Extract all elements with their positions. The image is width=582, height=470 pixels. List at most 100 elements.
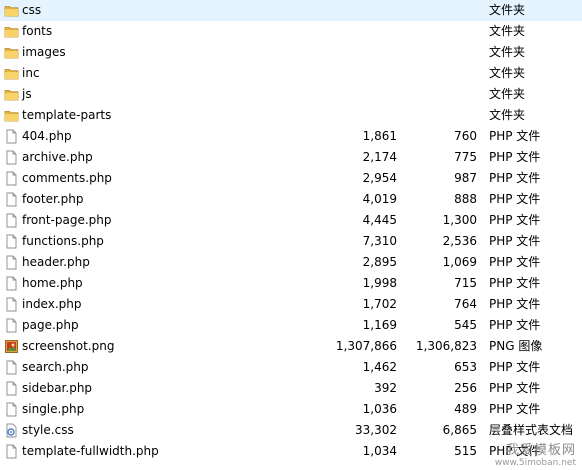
file-name: images	[22, 45, 66, 59]
file-icon	[4, 444, 19, 459]
file-row[interactable]: template-parts 文件夹	[0, 105, 582, 126]
file-row[interactable]: functions.php 7,310 2,536 PHP 文件	[0, 231, 582, 252]
file-name: index.php	[22, 297, 82, 311]
file-size: 4,445	[362, 213, 397, 227]
file-row[interactable]: screenshot.png 1,307,866 1,306,823 PNG 图像	[0, 336, 582, 357]
file-size: 2,174	[362, 150, 397, 164]
file-type: PHP 文件	[489, 402, 541, 416]
file-packed-size: 489	[454, 402, 477, 416]
file-row[interactable]: comments.php 2,954 987 PHP 文件	[0, 168, 582, 189]
file-size: 1,307,866	[335, 339, 397, 353]
file-type: PHP 文件	[489, 234, 541, 248]
file-icon	[4, 192, 19, 207]
file-icon	[4, 129, 19, 144]
file-row[interactable]: page.php 1,169 545 PHP 文件	[0, 315, 582, 336]
file-name: search.php	[22, 360, 89, 374]
file-row[interactable]: style.css 33,302 6,865 层叠样式表文档	[0, 420, 582, 441]
file-packed-size: 760	[454, 129, 477, 143]
folder-icon	[4, 3, 19, 18]
file-row[interactable]: sidebar.php 392 256 PHP 文件	[0, 378, 582, 399]
folder-icon	[4, 24, 19, 39]
file-packed-size: 1,300	[442, 213, 477, 227]
file-size: 33,302	[355, 423, 397, 437]
file-icon	[4, 150, 19, 165]
file-row[interactable]: front-page.php 4,445 1,300 PHP 文件	[0, 210, 582, 231]
file-row[interactable]: footer.php 4,019 888 PHP 文件	[0, 189, 582, 210]
file-name: js	[22, 87, 32, 101]
file-name: style.css	[22, 423, 74, 437]
file-type: 文件夹	[489, 66, 526, 80]
file-packed-size: 1,306,823	[415, 339, 477, 353]
file-name: 404.php	[22, 129, 72, 143]
file-type: PHP 文件	[489, 150, 541, 164]
file-row[interactable]: js 文件夹	[0, 84, 582, 105]
file-type: PHP 文件	[489, 129, 541, 143]
file-icon	[4, 360, 19, 375]
file-type: 文件夹	[489, 45, 526, 59]
file-row[interactable]: fonts 文件夹	[0, 21, 582, 42]
file-packed-size: 775	[454, 150, 477, 164]
file-row[interactable]: images 文件夹	[0, 42, 582, 63]
file-type: 文件夹	[489, 87, 526, 101]
watermark-url: www.5imoban.net	[494, 458, 576, 468]
file-name: template-fullwidth.php	[22, 444, 159, 458]
file-size: 1,462	[362, 360, 397, 374]
file-row[interactable]: single.php 1,036 489 PHP 文件	[0, 399, 582, 420]
file-packed-size: 1,069	[442, 255, 477, 269]
file-size: 1,169	[362, 318, 397, 332]
file-size: 1,998	[362, 276, 397, 290]
file-packed-size: 653	[454, 360, 477, 374]
file-row[interactable]: header.php 2,895 1,069 PHP 文件	[0, 252, 582, 273]
file-type: PHP 文件	[489, 318, 541, 332]
file-icon	[4, 402, 19, 417]
file-packed-size: 715	[454, 276, 477, 290]
file-type: PHP 文件	[489, 381, 541, 395]
file-packed-size: 6,865	[442, 423, 477, 437]
file-packed-size: 888	[454, 192, 477, 206]
file-type: 文件夹	[489, 3, 526, 17]
file-size: 7,310	[362, 234, 397, 248]
file-type: PHP 文件	[489, 192, 541, 206]
watermark-text: 我爱模板网	[505, 443, 576, 458]
file-name: screenshot.png	[22, 339, 115, 353]
file-packed-size: 2,536	[442, 234, 477, 248]
file-icon	[4, 255, 19, 270]
file-type: PHP 文件	[489, 360, 541, 374]
file-size: 2,954	[362, 171, 397, 185]
file-size: 1,034	[362, 444, 397, 458]
file-type: PNG 图像	[489, 339, 543, 353]
file-row[interactable]: css 文件夹	[0, 0, 582, 21]
file-icon	[4, 297, 19, 312]
folder-icon	[4, 66, 19, 81]
file-size: 1,036	[362, 402, 397, 416]
file-name: functions.php	[22, 234, 104, 248]
file-size: 1,861	[362, 129, 397, 143]
file-type: PHP 文件	[489, 171, 541, 185]
file-type: 层叠样式表文档	[489, 423, 574, 437]
file-row[interactable]: archive.php 2,174 775 PHP 文件	[0, 147, 582, 168]
file-name: footer.php	[22, 192, 84, 206]
file-name: css	[22, 3, 42, 17]
file-size: 2,895	[362, 255, 397, 269]
css-file-icon	[4, 423, 19, 438]
file-type: 文件夹	[489, 24, 526, 38]
image-file-icon	[4, 339, 19, 354]
file-name: single.php	[22, 402, 85, 416]
file-name: archive.php	[22, 150, 93, 164]
file-row[interactable]: index.php 1,702 764 PHP 文件	[0, 294, 582, 315]
file-row[interactable]: search.php 1,462 653 PHP 文件	[0, 357, 582, 378]
file-packed-size: 515	[454, 444, 477, 458]
file-list: css 文件夹 fonts 文件夹 images 文件夹 inc 文件夹 js 文件夹 templa…	[0, 0, 582, 462]
file-row[interactable]: inc 文件夹	[0, 63, 582, 84]
file-packed-size: 545	[454, 318, 477, 332]
file-row[interactable]: home.php 1,998 715 PHP 文件	[0, 273, 582, 294]
file-icon	[4, 381, 19, 396]
file-size: 392	[374, 381, 397, 395]
folder-icon	[4, 87, 19, 102]
file-name: home.php	[22, 276, 83, 290]
file-icon	[4, 171, 19, 186]
file-row[interactable]: 404.php 1,861 760 PHP 文件	[0, 126, 582, 147]
file-type: PHP 文件	[489, 213, 541, 227]
file-type: PHP 文件	[489, 297, 541, 311]
file-packed-size: 256	[454, 381, 477, 395]
